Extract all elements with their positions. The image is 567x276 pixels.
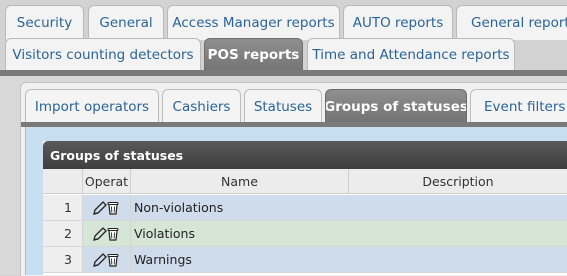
subtab-cashiers[interactable]: Cashiers — [162, 89, 241, 123]
column-header-name[interactable]: Name — [131, 169, 349, 194]
delete-trash-icon[interactable] — [105, 226, 121, 242]
row-operations — [83, 221, 131, 246]
tab-label: General reports — [471, 15, 567, 31]
column-header-operations[interactable]: Operat — [83, 169, 131, 194]
row-name: Violations — [131, 221, 349, 246]
table-row[interactable]: 3 Warnings — [43, 247, 567, 273]
tab-label: Time and Attendance reports — [312, 47, 509, 63]
tab-label: Visitors counting detectors — [12, 47, 193, 63]
row-description — [349, 221, 567, 246]
column-header-number — [43, 169, 83, 194]
tab-auto-reports[interactable]: AUTO reports — [343, 5, 453, 40]
groups-of-statuses-grid: Groups of statuses Operat Name Descripti… — [43, 141, 567, 275]
tab-pos-reports[interactable]: POS reports — [204, 38, 303, 71]
subtab-label: Event filters — [484, 99, 565, 115]
tab-access-manager-reports[interactable]: Access Manager reports — [167, 5, 340, 40]
row-description — [349, 195, 567, 220]
tab-time-and-attendance-reports[interactable]: Time and Attendance reports — [307, 38, 515, 71]
delete-trash-icon[interactable] — [105, 252, 121, 268]
tab-security[interactable]: Security — [5, 5, 84, 40]
subtab-label: Groups of statuses — [325, 99, 467, 115]
subtab-label: Cashiers — [173, 99, 231, 115]
column-header-label: Description — [422, 174, 493, 189]
row-number: 3 — [43, 247, 83, 272]
subtab-event-filters[interactable]: Event filters — [470, 89, 567, 123]
table-row[interactable]: 2 Violations — [43, 221, 567, 247]
tab-label: General — [99, 15, 152, 31]
row-name: Non-violations — [131, 195, 349, 220]
tab-general[interactable]: General — [88, 5, 164, 40]
column-header-label: Operat — [85, 174, 128, 189]
column-header-description[interactable]: Description — [349, 169, 567, 194]
subtab-import-operators[interactable]: Import operators — [25, 89, 159, 123]
subtab-groups-of-statuses[interactable]: Groups of statuses — [325, 89, 467, 123]
column-header-label: Name — [221, 174, 258, 189]
tab-label: POS reports — [208, 47, 300, 63]
row-description — [349, 247, 567, 272]
tab-label: Security — [17, 15, 72, 31]
grid-caption-text: Groups of statuses — [50, 148, 183, 163]
subtab-label: Statuses — [254, 99, 312, 115]
table-row[interactable]: 1 Non-violations — [43, 195, 567, 221]
row-operations — [83, 195, 131, 220]
subtab-statuses[interactable]: Statuses — [244, 89, 322, 123]
row-number: 1 — [43, 195, 83, 220]
subtab-label: Import operators — [35, 99, 149, 115]
row-name: Warnings — [131, 247, 349, 272]
tab-visitors-counting-detectors[interactable]: Visitors counting detectors — [5, 38, 201, 71]
row-number: 2 — [43, 221, 83, 246]
tab-label: AUTO reports — [353, 15, 444, 31]
tab-label: Access Manager reports — [172, 15, 334, 31]
tab-general-reports[interactable]: General reports — [456, 5, 567, 40]
row-operations — [83, 247, 131, 272]
grid-caption: Groups of statuses — [43, 141, 567, 169]
delete-trash-icon[interactable] — [105, 200, 121, 216]
